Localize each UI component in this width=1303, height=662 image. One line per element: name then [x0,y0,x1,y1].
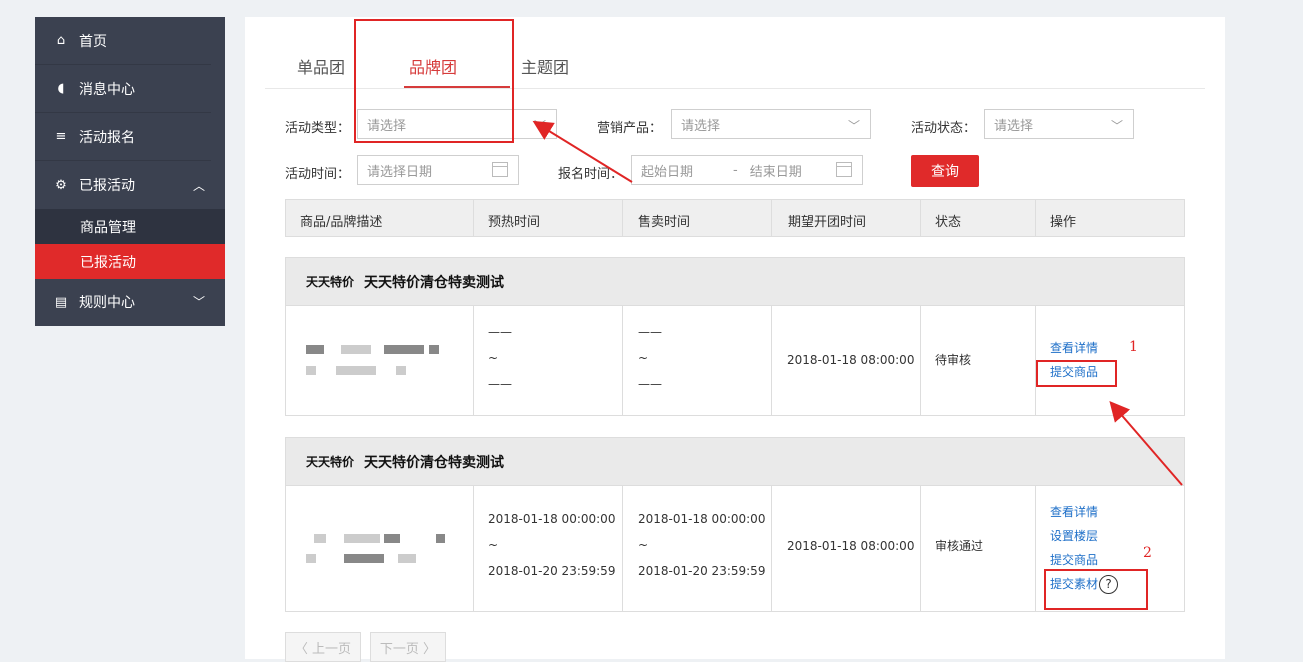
signup-time-range-picker[interactable]: 起始日期 - 结束日期 [631,155,863,185]
preheat-time: 2018-01-18 00:00:00 ~ 2018-01-20 23:59:5… [488,512,616,578]
start-date-placeholder: 起始日期 [641,164,694,180]
calendar-icon [492,162,508,177]
product-label: 营销产品： [597,121,663,136]
document-icon: ▤ [54,294,68,310]
speaker-icon: ◖ [57,81,65,96]
chevron-down-icon: ﹀ [1110,119,1123,133]
annotation-number: 2 [1143,545,1152,561]
annotation-highlight-box [354,19,514,143]
sidebar-item-messages[interactable]: ◖ 消息中心 [35,65,211,113]
group-title: 天天特价清仓特卖测试 [364,274,505,291]
chevron-down-icon: ﹀ [192,295,205,309]
expected-open-time: 2018-01-18 08:00:00 [787,539,915,553]
gear-icon: ⚙ [55,177,67,193]
sidebar-item-label: 规则中心 [79,295,135,311]
annotation-highlight-box [1036,360,1117,387]
tab-single-group[interactable]: 单品团 [297,54,345,78]
sidebar-item-home[interactable]: ⌂ 首页 [35,17,211,65]
select-placeholder: 请选择 [681,118,721,134]
tab-theme-group[interactable]: 主题团 [521,54,569,78]
column-header: 预热时间 [488,215,541,230]
sidebar: ⌂ 首页 ◖ 消息中心 ≡ 活动报名 ⚙ 已报活动 ︿ 商品管理 已报活动 ▤ … [35,17,225,326]
product-select[interactable]: 请选择 ﹀ [671,109,871,139]
signup-time-label: 报名时间： [558,167,624,182]
edit-list-icon: ≡ [55,129,67,144]
sidebar-subitem-reported-activities[interactable]: 已报活动 [35,244,225,279]
sidebar-item-label: 消息中心 [79,81,135,98]
sidebar-item-reported-activities[interactable]: ⚙ 已报活动 ︿ [35,161,211,209]
sale-time: —— ~ —— [638,325,662,391]
sidebar-item-label: 首页 [79,33,107,50]
table-header: 商品/品牌描述 预热时间 售卖时间 期望开团时间 状态 操作 [285,199,1185,237]
activity-time-label: 活动时间： [285,167,351,182]
sale-time: 2018-01-18 00:00:00 ~ 2018-01-20 23:59:5… [638,512,766,578]
annotation-number: 1 [1129,339,1138,355]
calendar-icon [836,162,852,177]
prev-page-button[interactable]: 〈 上一页 [285,632,361,662]
annotation-highlight-box [1044,569,1148,610]
end-date-placeholder: 结束日期 [749,164,802,180]
status-label: 活动状态： [911,121,977,136]
home-icon: ⌂ [56,33,66,48]
chevron-down-icon: ﹀ [847,119,860,133]
select-placeholder: 请选择 [994,118,1034,134]
view-details-link[interactable]: 查看详情 [1050,500,1118,524]
column-header: 商品/品牌描述 [300,215,383,230]
sidebar-item-rules[interactable]: ▤ 规则中心 ﹀ [35,279,211,325]
chevron-up-icon: ︿ [192,179,205,193]
activity-type-label: 活动类型： [285,121,351,136]
sidebar-item-label: 已报活动 [79,178,135,194]
group-header: 天天特价 天天特价清仓特卖测试 [285,437,1185,486]
status-text: 待审核 [935,353,972,367]
column-header: 售卖时间 [638,215,691,230]
column-header: 状态 [935,215,962,230]
status-select[interactable]: 请选择 ﹀ [984,109,1134,139]
expected-open-time: 2018-01-18 08:00:00 [787,353,915,367]
column-header: 期望开团时间 [788,215,867,230]
group-tag: 天天特价 [306,455,355,469]
preheat-time: —— ~ —— [488,325,512,391]
group-tag: 天天特价 [306,275,355,289]
date-placeholder: 请选择日期 [367,164,433,180]
query-button[interactable]: 查询 [911,155,979,187]
group-title: 天天特价清仓特卖测试 [364,454,505,471]
group-header: 天天特价 天天特价清仓特卖测试 [285,257,1185,306]
set-floor-link[interactable]: 设置楼层 [1050,524,1118,548]
sidebar-item-label: 活动报名 [79,129,135,146]
activity-time-picker[interactable]: 请选择日期 [357,155,519,185]
view-details-link[interactable]: 查看详情 [1050,336,1098,360]
chevron-down-icon: ﹀ [533,119,546,133]
column-header: 操作 [1050,215,1077,230]
sidebar-subitem-product-management[interactable]: 商品管理 [35,209,225,244]
next-page-button[interactable]: 下一页 〉 [370,632,446,662]
status-text: 审核通过 [935,539,984,553]
range-separator: - [733,162,738,178]
sidebar-item-activity-signup[interactable]: ≡ 活动报名 [35,113,211,161]
